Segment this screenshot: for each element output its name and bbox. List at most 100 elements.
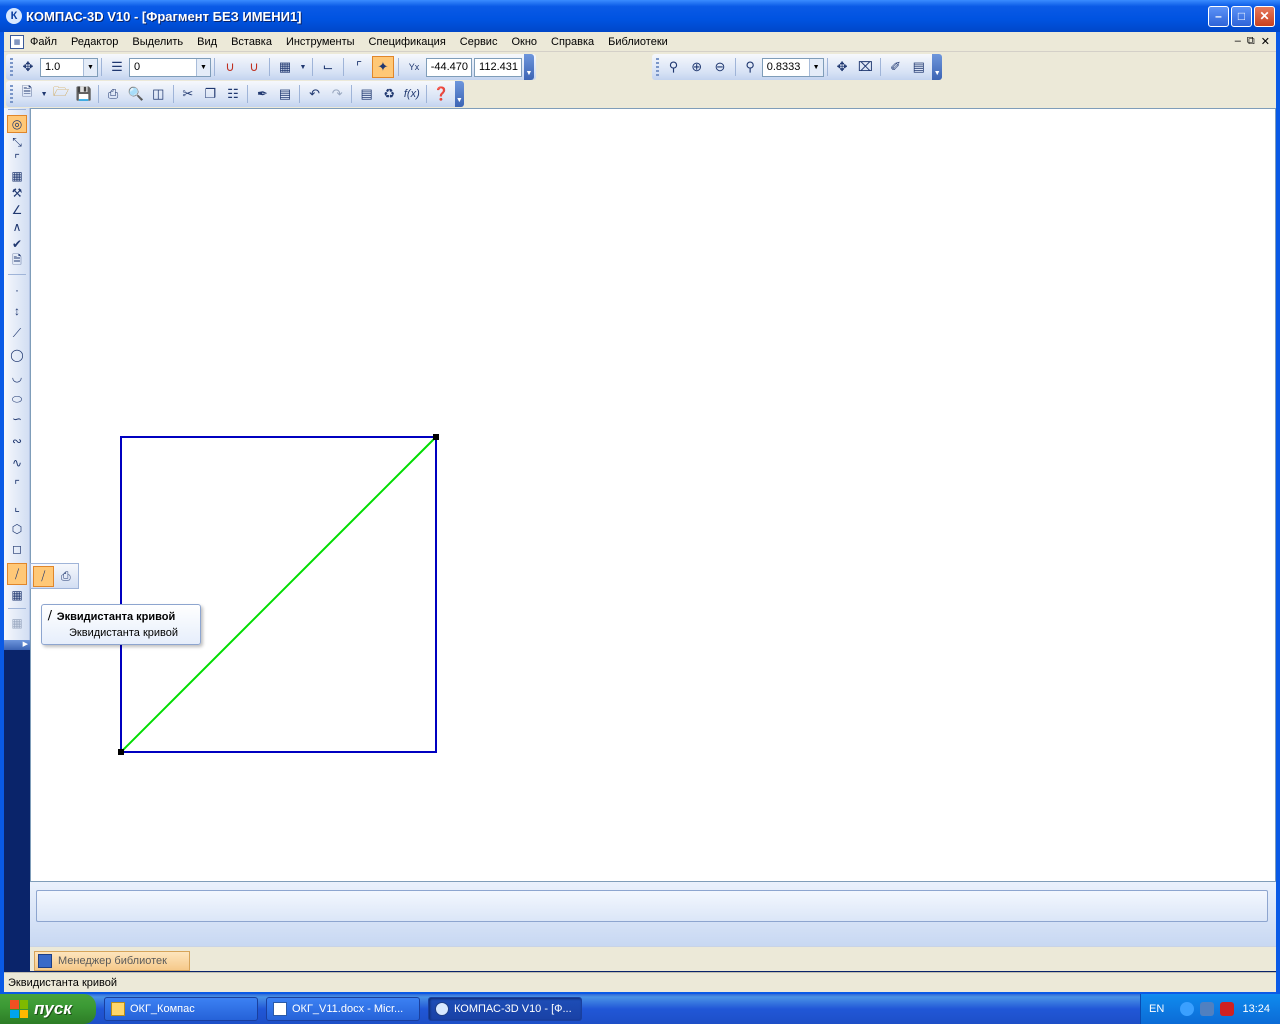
print-setup-icon[interactable]: ◫ xyxy=(148,83,169,105)
open-folder-icon[interactable]: 🗁 xyxy=(51,83,72,105)
antivirus-icon[interactable] xyxy=(1220,1002,1235,1016)
cursor-step-icon[interactable]: ✥ xyxy=(17,56,39,78)
chevron-down-icon[interactable]: ▼ xyxy=(83,58,97,76)
layers-icon[interactable]: ☰ xyxy=(106,56,128,78)
undo-icon[interactable]: ↶ xyxy=(304,83,325,105)
taskbar-item-kompas[interactable]: КОМПАС-3D V10 - [Ф... xyxy=(428,997,582,1021)
circle-tool-icon[interactable]: ◯ xyxy=(7,346,27,364)
editing-panel-icon[interactable]: ▦ xyxy=(7,167,27,185)
taskbar-item-word[interactable]: ОКГ_V11.docx - Micr... xyxy=(266,997,420,1021)
new-document-icon[interactable]: 🗎 xyxy=(17,83,38,105)
coord-y-field[interactable]: 112.431 xyxy=(474,57,522,77)
properties-icon[interactable]: ▤ xyxy=(275,83,296,105)
paste-icon[interactable]: ☷ xyxy=(223,83,244,105)
toolbar-options-icon[interactable]: ▼ xyxy=(454,81,464,107)
ellipse-tool-icon[interactable]: ⬭ xyxy=(7,390,27,408)
chamfer-tool-icon[interactable]: ⌜ xyxy=(7,476,27,494)
drawing-canvas[interactable] xyxy=(30,108,1276,882)
menu-editor[interactable]: Редактор xyxy=(64,36,125,48)
zoom-out-icon[interactable]: ⊖ xyxy=(709,56,730,78)
property-panel-field[interactable] xyxy=(36,890,1268,922)
taskbar-item-folder[interactable]: ОКГ_Компас xyxy=(104,997,258,1021)
segment-endpoint-bottom-left[interactable] xyxy=(118,749,124,755)
zoom-window-icon[interactable]: ⚲ xyxy=(663,56,684,78)
help-pointer-icon[interactable]: ❓ xyxy=(431,83,452,105)
chevron-down-icon[interactable]: ▼ xyxy=(298,56,308,78)
print-icon[interactable]: ⎙ xyxy=(103,83,124,105)
variables-tree-icon[interactable]: ♻ xyxy=(379,83,400,105)
maximize-button[interactable]: □ xyxy=(1231,5,1252,27)
equidistant-curve-icon[interactable]: ⧸ xyxy=(33,565,54,587)
polygon-tool-icon[interactable]: ⬡ xyxy=(7,520,27,538)
toolbar-grip[interactable] xyxy=(656,58,659,76)
mdi-close-icon[interactable]: ✕ xyxy=(1261,35,1270,48)
hatch-tool-icon[interactable]: ▦ xyxy=(7,586,27,604)
menu-file[interactable]: Файл xyxy=(30,36,64,48)
toolbar-options-icon[interactable]: ▶ xyxy=(4,640,30,650)
copy-icon[interactable]: ❐ xyxy=(200,83,221,105)
tray-arrow-icon[interactable] xyxy=(1180,1002,1195,1016)
local-cs-icon[interactable]: ⌙ xyxy=(317,56,339,78)
chevron-down-icon[interactable]: ▼ xyxy=(196,58,210,76)
variables-fx-icon[interactable]: f(x) xyxy=(402,83,423,105)
segment-endpoint-top-right[interactable] xyxy=(433,434,439,440)
equidistant-tool-icon[interactable]: ⧸ xyxy=(7,563,27,585)
equidistant-polyline-icon[interactable]: ⎙ xyxy=(56,566,76,587)
measure-panel-icon[interactable]: ∠ xyxy=(7,201,27,219)
save-icon[interactable]: 💾 xyxy=(73,83,94,105)
refresh-icon[interactable]: ✐ xyxy=(885,56,906,78)
layer-combo[interactable]: 0 ▼ xyxy=(129,57,211,77)
chevron-down-icon[interactable]: ▼ xyxy=(808,58,823,76)
chevron-down-icon[interactable]: ▼ xyxy=(39,83,48,105)
ortho-mode-icon[interactable]: ⌜ xyxy=(348,56,370,78)
toolbar-grip[interactable] xyxy=(8,109,26,110)
menu-libraries[interactable]: Библиотеки xyxy=(601,36,675,48)
menu-service[interactable]: Сервис xyxy=(453,36,505,48)
minimize-button[interactable]: – xyxy=(1208,5,1229,27)
start-button[interactable]: пуск xyxy=(0,994,96,1024)
zoom-combo[interactable]: 0.8333 ▼ xyxy=(761,57,824,77)
rectangle-tool-icon[interactable]: ◻ xyxy=(7,540,27,558)
menu-help[interactable]: Справка xyxy=(544,36,601,48)
segment-tool-icon[interactable]: ⟋ xyxy=(7,324,27,342)
dimensions-panel-icon[interactable]: ⤡ xyxy=(7,133,27,151)
toolbar-grip[interactable] xyxy=(10,85,13,103)
reports-panel-icon[interactable]: 🗎 xyxy=(7,252,27,270)
arc-tool-icon[interactable]: ◡ xyxy=(7,368,27,386)
step-combo[interactable]: 1.0 ▼ xyxy=(40,57,98,77)
copy-properties-icon[interactable]: ✒ xyxy=(252,83,273,105)
round-mode-icon[interactable]: ✦ xyxy=(372,56,394,78)
grid-icon[interactable]: ▦ xyxy=(274,56,296,78)
point-tool-icon[interactable]: · xyxy=(7,281,27,299)
designations-panel-icon[interactable]: ⌜ xyxy=(7,150,27,168)
network-icon[interactable] xyxy=(1200,1002,1215,1016)
nurbs-tool-icon[interactable]: ∾ xyxy=(7,432,27,450)
pan-icon[interactable]: ✥ xyxy=(832,56,853,78)
document-icon[interactable]: ▦ xyxy=(10,34,24,49)
bezier-tool-icon[interactable]: ∿ xyxy=(7,454,27,472)
geometry-panel-icon[interactable]: ◎ xyxy=(7,115,27,133)
menu-view[interactable]: Вид xyxy=(190,36,224,48)
diagonal-segment[interactable] xyxy=(120,436,437,753)
coord-x-field[interactable]: -44.470 xyxy=(426,57,472,77)
menu-insert[interactable]: Вставка xyxy=(224,36,279,48)
local-snap-icon[interactable]: ∪ xyxy=(243,56,265,78)
macro-tool-icon[interactable]: ▦ xyxy=(7,614,27,632)
menu-select[interactable]: Выделить xyxy=(125,36,190,48)
zoom-in-icon[interactable]: ⊕ xyxy=(686,56,707,78)
kompas-app-icon[interactable]: К xyxy=(6,8,22,24)
mdi-minimize-icon[interactable]: – xyxy=(1235,35,1241,48)
zoom-scale-icon[interactable]: ⚲ xyxy=(740,56,761,78)
parametrization-panel-icon[interactable]: ⚒ xyxy=(7,184,27,202)
show-all-icon[interactable]: ⌧ xyxy=(855,56,876,78)
aux-line-tool-icon[interactable]: ↕ xyxy=(7,302,27,320)
print-preview-icon[interactable]: 🔍 xyxy=(125,83,146,105)
mdi-restore-icon[interactable]: ⧉ xyxy=(1247,35,1255,48)
menu-tools[interactable]: Инструменты xyxy=(279,36,362,48)
menu-specification[interactable]: Спецификация xyxy=(362,36,453,48)
display-icon[interactable]: ▤ xyxy=(908,56,929,78)
close-button[interactable]: ✕ xyxy=(1254,5,1275,27)
language-indicator[interactable]: EN xyxy=(1149,1003,1164,1015)
select-panel-icon[interactable]: ∧ xyxy=(7,218,27,236)
fillet-tool-icon[interactable]: ⌞ xyxy=(7,498,27,516)
